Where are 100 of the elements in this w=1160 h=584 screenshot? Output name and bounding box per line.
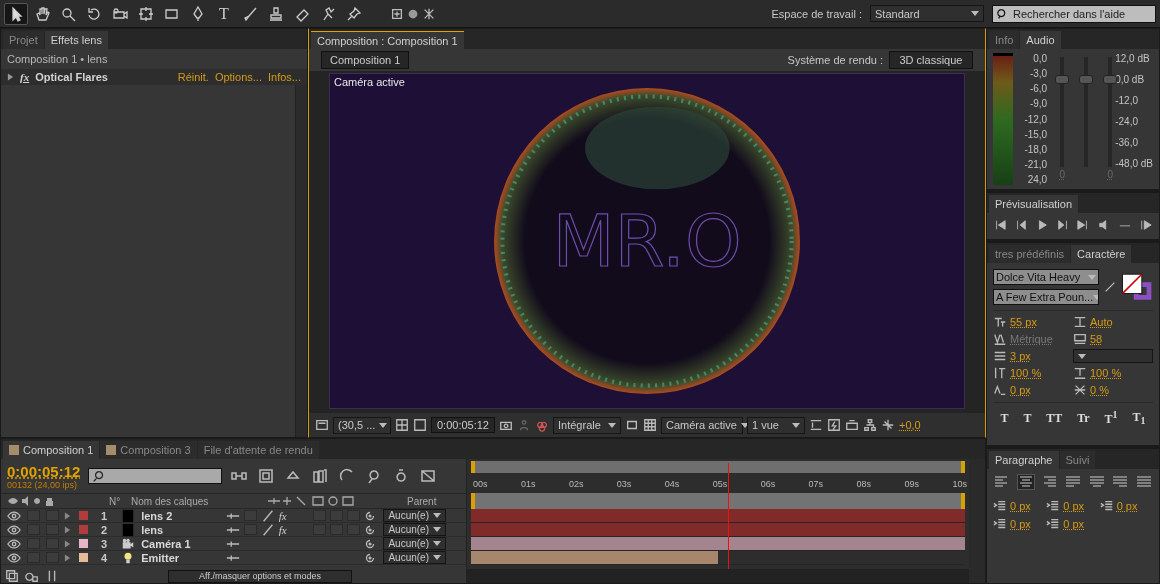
font-size-icon[interactable] — [993, 315, 1007, 329]
label-color-swatch[interactable] — [79, 511, 89, 520]
eye-icon[interactable] — [7, 536, 21, 551]
tracking-value[interactable]: 58 — [1090, 333, 1103, 345]
stroke-width-icon[interactable] — [993, 349, 1007, 363]
composition-nav-button[interactable]: Composition 1 — [321, 51, 410, 69]
exposure-value[interactable]: +0,0 — [899, 419, 921, 431]
indent-icon[interactable] — [1099, 499, 1114, 513]
slider-thumb[interactable] — [1103, 74, 1118, 84]
stroke-width-value[interactable]: 3 px — [1010, 350, 1031, 362]
draft-3d-icon[interactable] — [257, 468, 276, 484]
panel-tab[interactable]: Paragraphe — [989, 451, 1059, 469]
grid-icon[interactable] — [395, 418, 409, 432]
transparency-grid-icon[interactable] — [643, 418, 657, 432]
text-style-button[interactable]: T — [1021, 409, 1034, 427]
layer-search-field[interactable] — [88, 468, 223, 484]
timeline-scrollbar[interactable] — [467, 569, 969, 583]
indent-icon[interactable] — [993, 517, 1007, 531]
indent-value[interactable]: 0 px — [1010, 500, 1031, 512]
timeline-tab[interactable]: File d'attente de rendu — [197, 441, 319, 459]
exposure-icon[interactable] — [881, 418, 895, 432]
label-color-swatch[interactable] — [79, 553, 89, 562]
panel-tab[interactable]: Composition : Composition 1 — [311, 31, 464, 49]
eyedropper-icon[interactable] — [1103, 280, 1117, 294]
panel-tab[interactable]: Projet — [3, 31, 44, 49]
horizontal-scale-icon[interactable] — [1073, 366, 1087, 380]
view-axis-icon[interactable] — [422, 6, 436, 21]
toggle-pixel-icon[interactable] — [809, 418, 823, 432]
font-style-dropdown[interactable]: A Few Extra Poun... — [993, 289, 1099, 305]
baseline-shift-value[interactable]: 0 px — [1010, 384, 1031, 396]
current-time-field[interactable]: 0:00:05:12 — [431, 417, 495, 433]
text-style-button[interactable]: T$^{1}$ — [1102, 409, 1120, 427]
layer-name[interactable]: Caméra 1 — [141, 537, 191, 550]
align-button[interactable] — [1087, 474, 1106, 490]
quality-switch-icon[interactable] — [260, 522, 275, 537]
leading-icon[interactable] — [1073, 315, 1087, 329]
indent-icon[interactable] — [1046, 499, 1061, 513]
font-family-dropdown[interactable]: Dolce Vita Heavy — [993, 269, 1099, 285]
expand-triangle-icon[interactable] — [7, 73, 14, 81]
auto-keyframe-icon[interactable] — [419, 468, 438, 484]
parent-dropdown[interactable]: Aucun(e) — [383, 551, 446, 564]
resolution-dropdown[interactable]: Intégrale — [553, 416, 621, 434]
parent-dropdown[interactable]: Aucun(e) — [383, 537, 446, 550]
next-frame-icon[interactable] — [1055, 219, 1070, 231]
timeline-tab[interactable]: Composition 1 — [3, 441, 100, 459]
fx-switch[interactable]: fx — [278, 509, 287, 522]
label-color-swatch[interactable] — [79, 539, 89, 548]
align-button[interactable] — [1134, 474, 1153, 490]
flowchart-icon[interactable] — [863, 418, 877, 432]
ram-preview-icon[interactable] — [1138, 219, 1153, 231]
timeline-icon[interactable] — [845, 418, 859, 432]
panel-tab[interactable]: Effets lens — [44, 31, 108, 49]
renderer-button[interactable]: 3D classique — [889, 51, 973, 69]
parent-dropdown[interactable]: Aucun(e) — [383, 509, 446, 522]
first-frame-icon[interactable] — [993, 219, 1007, 231]
indent-icon[interactable] — [1046, 517, 1061, 531]
text-style-button[interactable]: T$_{1}$ — [1130, 409, 1148, 427]
eye-icon[interactable] — [7, 550, 21, 565]
selection-arrow-tool[interactable] — [4, 2, 28, 25]
slider-thumb[interactable] — [1055, 74, 1070, 84]
indent-value[interactable]: 0 px — [1116, 500, 1138, 512]
effect-link[interactable]: Options... — [214, 71, 262, 83]
help-search-field[interactable]: Rechercher dans l'aide — [992, 4, 1156, 23]
text-style-button[interactable]: Tr — [1075, 409, 1092, 427]
fx-switch[interactable]: fx — [278, 523, 287, 536]
current-time-display[interactable]: 0:00:05:12 — [7, 462, 81, 480]
align-button[interactable] — [1016, 474, 1035, 490]
label-color-swatch[interactable] — [79, 525, 89, 534]
workspace-dropdown[interactable]: Standard — [870, 5, 984, 22]
panel-tab[interactable]: Audio — [1020, 31, 1061, 49]
eye-icon[interactable] — [7, 522, 21, 537]
layer-switches-icon[interactable] — [5, 569, 19, 583]
indent-icon[interactable] — [993, 499, 1007, 513]
kerning-icon[interactable] — [993, 332, 1007, 346]
axis-icon[interactable] — [390, 6, 404, 21]
baseline-shift-icon[interactable] — [993, 383, 1007, 397]
zoom-dropdown[interactable]: (30,5 ... — [333, 416, 391, 434]
text-style-button[interactable]: T — [998, 409, 1011, 427]
panel-tab[interactable]: Caractère — [1071, 245, 1132, 263]
layer-name[interactable]: lens 2 — [141, 509, 173, 522]
panel-tab[interactable]: Info — [989, 31, 1020, 49]
panel-tab[interactable]: Suivi — [1059, 451, 1096, 469]
tracking-icon[interactable] — [1073, 332, 1087, 346]
indent-value[interactable]: 0 px — [1010, 518, 1031, 530]
slider-thumb[interactable] — [1079, 74, 1094, 84]
region-of-interest-icon[interactable] — [625, 418, 639, 432]
layer-name[interactable]: lens — [141, 523, 164, 536]
fast-preview-icon[interactable] — [827, 418, 841, 432]
text-tool[interactable]: T — [212, 2, 236, 25]
align-button[interactable] — [1111, 474, 1130, 490]
viewer-options-icon[interactable] — [315, 418, 329, 432]
effect-link[interactable]: Infos... — [267, 71, 301, 83]
leading-value[interactable]: Auto — [1090, 316, 1113, 328]
region-icon[interactable] — [413, 418, 427, 432]
horizontal-scale-value[interactable]: 100 % — [1090, 367, 1122, 379]
scrollbar[interactable] — [295, 85, 307, 437]
tsume-icon[interactable] — [1073, 383, 1087, 397]
text-style-button[interactable]: TT — [1044, 409, 1065, 427]
panel-tab[interactable]: tres prédéfinis — [989, 245, 1071, 263]
font-size-value[interactable]: 55 px — [1010, 316, 1037, 328]
